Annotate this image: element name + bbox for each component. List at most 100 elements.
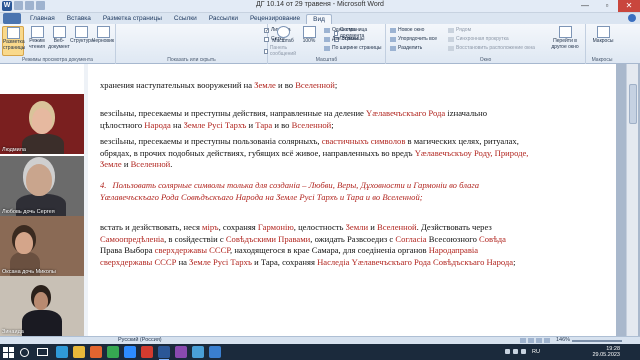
battery-icon[interactable] xyxy=(521,349,526,354)
print-layout-view-icon[interactable] xyxy=(520,338,526,343)
maximize-button[interactable]: ▫ xyxy=(596,0,618,12)
text-run: хранения наступательных вооружений на xyxy=(100,80,255,90)
show-group-label: Показать или скрыть xyxy=(167,57,216,63)
firefox-icon[interactable] xyxy=(90,346,102,358)
side-by-side-icon xyxy=(448,27,454,33)
sync-scroll-button[interactable]: Синхронная прокрутка xyxy=(448,36,509,42)
volume-icon[interactable] xyxy=(513,349,518,354)
tab-references[interactable]: Ссылки xyxy=(168,14,203,24)
video-panel: Людмила Любовь дочь Сергея Оксана дочь М… xyxy=(0,64,84,336)
video-tile-0[interactable]: Людмила xyxy=(0,94,84,154)
doc-line-0: хранения наступательных вооружений на Ӡе… xyxy=(100,80,530,92)
tab-mailings[interactable]: Рассылки xyxy=(203,14,244,24)
zoom-icon[interactable] xyxy=(124,346,136,358)
document-page[interactable]: хранения наступательных вооружений на Ӡе… xyxy=(88,64,616,336)
arrange-all-button[interactable]: Упорядочить все xyxy=(390,36,437,42)
tab-view[interactable]: Вид xyxy=(306,14,332,24)
highlighted-term: свастичныхъ символов xyxy=(321,136,406,146)
arrange-all-icon xyxy=(390,36,396,42)
scrollbar-thumb[interactable] xyxy=(629,84,637,124)
text-run: , в соѕйдествiи с xyxy=(164,233,226,244)
network-icon[interactable] xyxy=(505,349,510,354)
highlighted-term: міръ xyxy=(202,222,219,232)
doc-paragraph-2: везсilьны, пресекаемы и преступны пользо… xyxy=(100,136,530,171)
outline-icon xyxy=(74,26,88,38)
windows-start-icon[interactable] xyxy=(3,347,14,358)
text-run: везсilьны, пресекаемы и преступны пользо… xyxy=(100,136,322,146)
outline-button[interactable]: Структура xyxy=(70,26,94,45)
close-button[interactable]: ✕ xyxy=(618,0,640,12)
text-run: на xyxy=(170,119,184,130)
tab-review[interactable]: Рецензирование xyxy=(244,14,306,24)
web-view-icon[interactable] xyxy=(536,338,542,343)
macros-button[interactable]: Макросы xyxy=(590,26,616,45)
zoom-button[interactable]: Масштаб xyxy=(270,26,296,45)
help-icon[interactable] xyxy=(628,14,636,22)
office-button[interactable] xyxy=(3,13,21,24)
clock[interactable]: 19:28 29.05.2023 xyxy=(592,346,620,358)
minimize-button[interactable]: — xyxy=(574,0,596,12)
input-language[interactable]: RU xyxy=(532,349,540,355)
draft-icon xyxy=(96,26,110,38)
word-window: W ДГ 10.14 от 29 травеня - Microsoft Wor… xyxy=(0,0,640,360)
outline-view-icon[interactable] xyxy=(544,338,550,343)
chrome-icon[interactable] xyxy=(107,346,119,358)
page-width-icon xyxy=(324,45,330,51)
one-page-button[interactable]: Одна страница xyxy=(324,27,367,33)
draft-button[interactable]: Черновик xyxy=(92,26,114,45)
window-group: Новое окно Упорядочить все Разделить Ряд… xyxy=(386,24,586,64)
reading-mode-button[interactable]: Режим чтения xyxy=(26,26,48,50)
tab-insert[interactable]: Вставка xyxy=(61,14,97,24)
highlighted-term: Самоопредѣленiа xyxy=(100,233,165,244)
yandex-icon[interactable] xyxy=(141,346,153,358)
text-run: и во xyxy=(272,119,292,130)
participant-name: Людмила xyxy=(2,147,26,153)
tab-page-layout[interactable]: Разметка страницы xyxy=(97,14,168,24)
participant-name: Оксана дочь Миколы xyxy=(2,269,56,275)
highlighted-term: сверхдержавы СССР xyxy=(100,256,177,267)
view-shortcuts xyxy=(520,338,550,343)
print-layout-icon xyxy=(6,27,20,39)
zoom-group-label: Масштаб xyxy=(315,57,338,63)
list-number: 4. xyxy=(100,180,107,190)
media-icon[interactable] xyxy=(175,346,187,358)
zoom-slider[interactable] xyxy=(572,340,622,342)
zoom-group: Масштаб 100% Одна страница Две страницы … xyxy=(268,24,386,64)
search-icon[interactable] xyxy=(20,348,29,357)
text-run: Всесоюзного xyxy=(426,233,480,244)
web-layout-button[interactable]: Веб-документ xyxy=(48,26,70,50)
vertical-scrollbar[interactable] xyxy=(626,64,638,336)
explorer-icon[interactable] xyxy=(73,346,85,358)
zoom-level[interactable]: 146% xyxy=(556,337,570,344)
video-tile-2[interactable]: Оксана дочь Миколы xyxy=(0,216,84,276)
word-icon[interactable] xyxy=(158,346,170,360)
ribbon: Разметка страницы Режим чтения Веб-докум… xyxy=(0,24,640,64)
reading-view-icon[interactable] xyxy=(528,338,534,343)
switch-window-button[interactable]: Перейти в другое окно xyxy=(548,26,582,50)
participant-name: Зинаида xyxy=(2,329,24,335)
highlighted-term: Ӡемли xyxy=(345,222,369,232)
zoom-100-button[interactable]: 100% xyxy=(298,26,320,45)
participant-face xyxy=(15,232,33,254)
video-tile-1[interactable]: Любовь дочь Сергея xyxy=(0,156,84,216)
two-pages-button[interactable]: Две страницы xyxy=(324,36,365,42)
video-tile-3[interactable]: Зинаида xyxy=(0,276,84,336)
highlighted-term: Ӡемле Русi Тархъ xyxy=(183,119,247,130)
new-window-button[interactable]: Новое окно xyxy=(390,27,424,33)
store-icon[interactable] xyxy=(192,346,204,358)
reset-window-button[interactable]: Восстановить расположение окна xyxy=(448,45,535,51)
text-run: и Тара, сохраняя xyxy=(251,256,318,267)
edge-icon[interactable] xyxy=(56,346,68,358)
tab-home[interactable]: Главная xyxy=(24,14,61,24)
window-group-label: Окно xyxy=(479,57,492,63)
side-by-side-button[interactable]: Рядом xyxy=(448,27,471,33)
text-run: ; xyxy=(331,119,334,130)
split-button[interactable]: Разделить xyxy=(390,45,422,51)
highlighted-term: Вселенной xyxy=(291,119,332,130)
text-run: Пользовать солярные символы толька для с… xyxy=(100,180,480,202)
page-width-button[interactable]: По ширине страницы xyxy=(324,45,381,51)
print-layout-button[interactable]: Разметка страницы xyxy=(2,26,25,56)
mail-icon[interactable] xyxy=(209,346,221,358)
language-status[interactable]: Русский (Россия) xyxy=(118,337,162,344)
task-view-icon[interactable] xyxy=(37,348,48,356)
